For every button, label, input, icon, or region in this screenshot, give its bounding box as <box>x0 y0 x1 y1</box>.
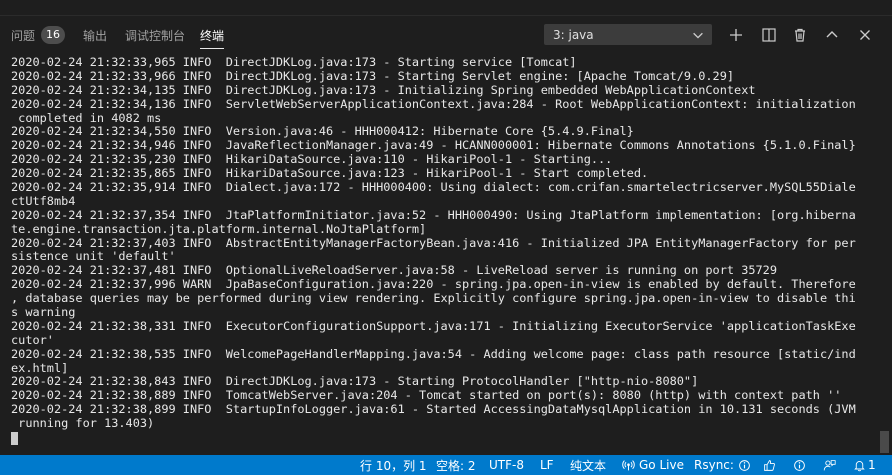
person-feedback-icon <box>823 459 836 470</box>
kill-terminal-button[interactable] <box>789 24 811 46</box>
thumbs-up-icon <box>764 459 775 471</box>
tab-problems-label: 问题 <box>11 28 36 43</box>
terminal-line: 2020-02-24 21:32:35,914 INFO Dialect.jav… <box>11 180 856 195</box>
close-panel-button[interactable] <box>854 24 876 46</box>
terminal-line: ctUtf8mb4 <box>11 193 76 208</box>
cursor-position[interactable]: 行 10，列 1 <box>360 455 427 475</box>
rsync-status[interactable]: Rsync: <box>694 455 751 475</box>
language-mode-label: 纯文本 <box>570 458 607 473</box>
end-of-line-label: LF <box>540 458 554 472</box>
terminal-line: 2020-02-24 21:32:35,230 INFO HikariDataS… <box>11 152 613 167</box>
terminal-line: 2020-02-24 21:32:37,996 WARN JpaBaseConf… <box>11 277 856 292</box>
terminal-line: 2020-02-24 21:32:38,843 INFO DirectJDKLo… <box>11 374 699 389</box>
go-live-button[interactable]: Go Live <box>622 455 684 475</box>
terminal-line: te.engine.transaction.jta.platform.inter… <box>11 221 427 236</box>
cursor-position-label: 行 10，列 1 <box>360 458 427 473</box>
terminal-line: 2020-02-24 21:32:34,135 INFO DirectJDKLo… <box>11 82 756 97</box>
terminal-line: 2020-02-24 21:32:33,966 INFO DirectJDKLo… <box>11 68 735 83</box>
chevron-down-icon <box>693 32 703 39</box>
tab-problems[interactable]: 问题 16 <box>11 16 66 54</box>
tab-output[interactable]: 输出 <box>83 16 107 54</box>
terminal-line: 2020-02-24 21:32:37,403 INFO AbstractEnt… <box>11 235 856 250</box>
terminal-line: 2020-02-24 21:32:34,136 INFO ServletWebS… <box>11 96 856 111</box>
go-live-label: Go Live <box>639 458 684 472</box>
terminal-line: 2020-02-24 21:32:33,965 INFO DirectJDKLo… <box>11 56 577 69</box>
end-of-line[interactable]: LF <box>540 455 554 475</box>
encoding[interactable]: UTF-8 <box>489 455 524 475</box>
terminal-line: 2020-02-24 21:32:34,946 INFO JavaReflect… <box>11 138 856 153</box>
tab-debug-console-label: 调试控制台 <box>125 28 186 43</box>
terminal-line: 2020-02-24 21:32:38,889 INFO TomcatWebSe… <box>11 388 842 403</box>
terminal-select[interactable]: 3: java <box>544 24 712 45</box>
rsync-label: Rsync: <box>694 458 734 472</box>
terminal-scrollbar[interactable] <box>880 431 889 453</box>
language-mode[interactable]: 纯文本 <box>570 455 606 475</box>
tab-terminal-label: 终端 <box>200 28 225 43</box>
terminal-lines: 2020-02-24 21:32:33,965 INFO DirectJDKLo… <box>11 56 879 431</box>
indentation-label: 空格: 2 <box>436 458 476 473</box>
tab-output-label: 输出 <box>83 28 108 43</box>
trash-icon <box>795 28 805 42</box>
broadcast-icon <box>622 459 635 470</box>
terminal-line: 2020-02-24 21:32:34,550 INFO Version.jav… <box>11 124 634 139</box>
terminal-line: 2020-02-24 21:32:38,535 INFO WelcomePage… <box>11 346 856 361</box>
terminal-cursor <box>11 432 18 446</box>
terminal-line: 2020-02-24 21:32:38,331 INFO ExecutorCon… <box>11 318 856 333</box>
terminal-line: 2020-02-24 21:32:38,899 INFO StartupInfo… <box>11 402 856 417</box>
tab-terminal[interactable]: 终端 <box>200 16 225 54</box>
indentation[interactable]: 空格: 2 <box>436 455 476 475</box>
info-icon <box>794 459 805 471</box>
terminal-line: , database queries may be performed duri… <box>11 291 856 306</box>
notifications-count: 1 <box>868 458 876 472</box>
terminal-line: cutor' <box>11 332 54 347</box>
split-icon <box>762 28 776 42</box>
problems-count-badge: 16 <box>41 26 66 44</box>
add-icon <box>730 29 742 41</box>
tweet-feedback-button[interactable] <box>763 455 776 475</box>
terminal-line: 2020-02-24 21:32:37,481 INFO OptionalLiv… <box>11 263 777 278</box>
terminal-prompt-line <box>11 431 879 446</box>
tab-debug-console[interactable]: 调试控制台 <box>125 16 185 54</box>
encoding-label: UTF-8 <box>489 458 524 472</box>
terminal-line: completed in 4082 ms <box>11 110 162 125</box>
chevron-up-icon <box>826 31 838 38</box>
terminal-line: sistence unit 'default' <box>11 249 176 264</box>
terminal-line: 2020-02-24 21:32:37,354 INFO JtaPlatform… <box>11 207 856 222</box>
split-terminal-button[interactable] <box>758 24 780 46</box>
notifications-button[interactable]: 1 <box>853 455 876 475</box>
maximize-panel-button[interactable] <box>821 24 843 46</box>
terminal-line: s warning <box>11 305 76 320</box>
bell-icon <box>854 460 865 471</box>
terminal-output[interactable]: 2020-02-24 21:32:33,965 INFO DirectJDKLo… <box>11 56 879 454</box>
terminal-select-value: 3: java <box>553 27 594 42</box>
terminal-line: running for 13.403) <box>11 416 155 431</box>
new-terminal-button[interactable] <box>725 24 747 46</box>
terminal-line: ex.html] <box>11 360 69 375</box>
live-share-button[interactable] <box>823 455 836 475</box>
info-icon <box>739 459 750 471</box>
status-bar: 行 10，列 1 空格: 2 UTF-8 LF 纯文本 Go Live Rsyn… <box>0 455 892 475</box>
terminal-line: 2020-02-24 21:32:35,865 INFO HikariDataS… <box>11 166 649 181</box>
close-icon <box>860 30 870 40</box>
info-button[interactable] <box>793 455 806 475</box>
editor-edge <box>0 0 892 16</box>
